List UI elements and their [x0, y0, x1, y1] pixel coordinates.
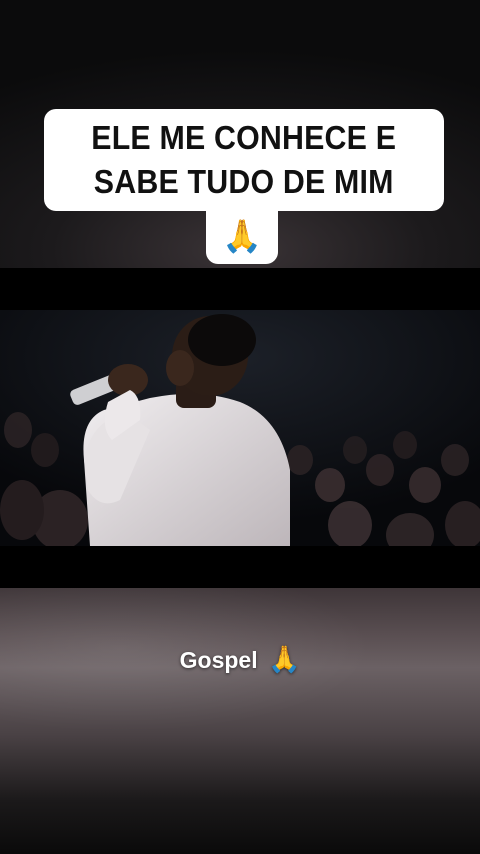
caption-text: ELE ME CONHECE E SABE TUDO DE MIM — [91, 119, 397, 200]
praying-hands-icon: 🙏 — [222, 217, 262, 254]
video-scene — [0, 310, 480, 546]
letterbox-bar-top — [0, 268, 480, 310]
video-frame[interactable] — [0, 310, 480, 546]
footer-caption-text: Gospel — [179, 647, 258, 673]
praying-hands-icon: 🙏 — [267, 644, 301, 674]
footer-caption: Gospel 🙏 — [0, 644, 480, 675]
caption-box: ELE ME CONHECE E SABE TUDO DE MIM — [44, 109, 444, 211]
letterbox-bar-bottom — [0, 546, 480, 588]
bottom-blurred-background — [0, 588, 480, 854]
caption-emoji-box: 🙏 — [206, 207, 278, 264]
